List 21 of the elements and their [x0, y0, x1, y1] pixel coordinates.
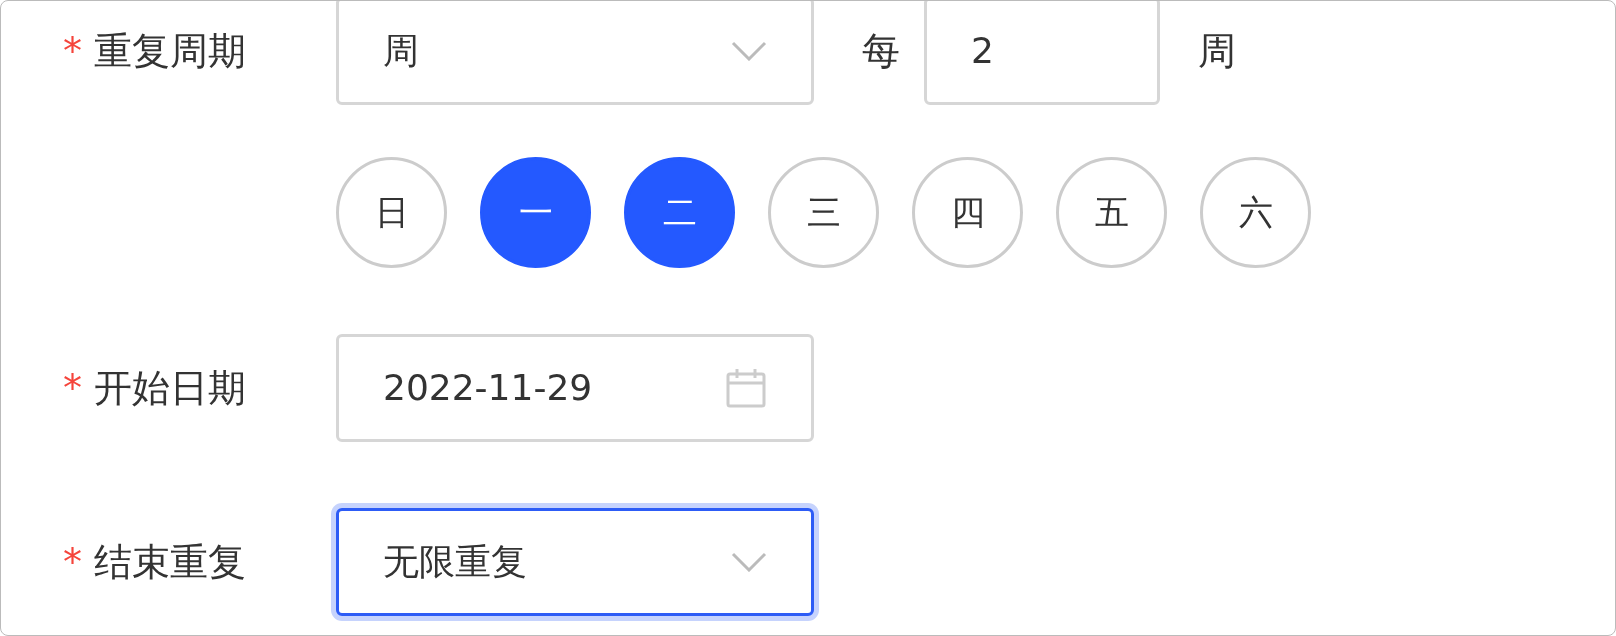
required-mark: * — [63, 27, 82, 75]
required-mark: * — [63, 538, 82, 586]
chevron-down-icon — [731, 41, 767, 61]
weekday-toggle[interactable]: 日 — [336, 157, 447, 268]
period-select[interactable]: 周 — [336, 1, 814, 105]
date-field[interactable]: 2022-11-29 — [336, 334, 814, 442]
weekday-toggle[interactable]: 六 — [1200, 157, 1311, 268]
field-label: 结束重复 — [94, 538, 246, 586]
weekday-toggle[interactable]: 一 — [480, 157, 591, 268]
required-mark: * — [63, 364, 82, 412]
calendar-icon — [725, 367, 767, 409]
unit-label: 周 — [1198, 27, 1236, 75]
field-label: 重复周期 — [94, 27, 246, 75]
weekday-toggle[interactable]: 五 — [1056, 157, 1167, 268]
field-label: 开始日期 — [94, 364, 246, 412]
weekday-toggle[interactable]: 四 — [912, 157, 1023, 268]
weekday-toggle[interactable]: 二 — [624, 157, 735, 268]
interval-field[interactable]: 2 — [924, 1, 1160, 105]
weekday-toggle[interactable]: 三 — [768, 157, 879, 268]
chevron-down-icon — [731, 552, 767, 572]
every-label: 每 — [862, 27, 900, 75]
